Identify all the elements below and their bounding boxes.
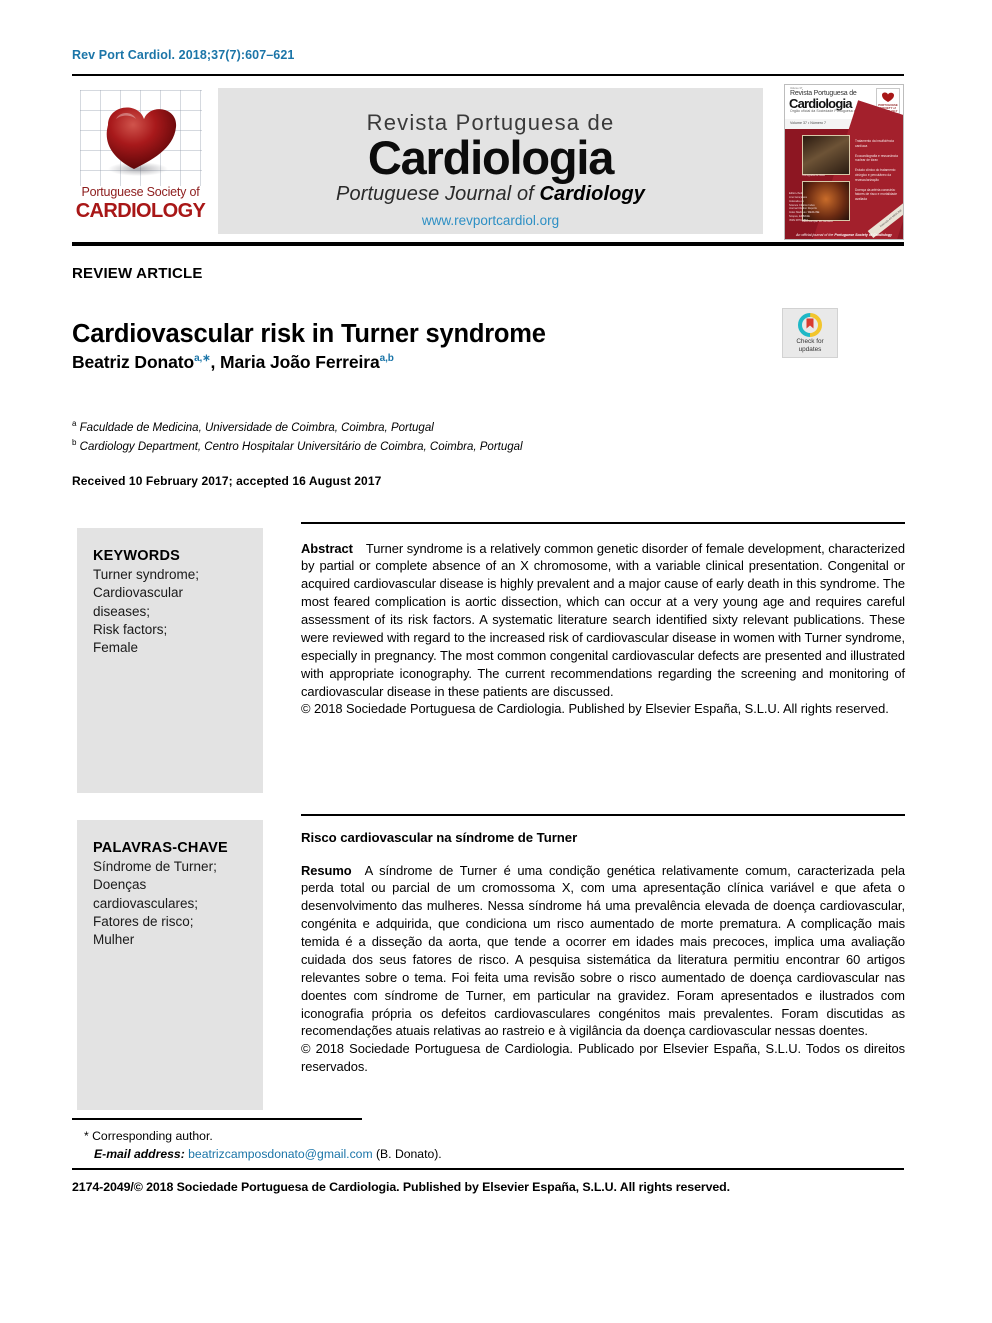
cover-artwork: Tomografia de tórax Reconstrução 3D card… <box>785 129 903 239</box>
keywords-heading: KEYWORDS <box>93 548 180 564</box>
crossmark-icon <box>798 313 822 337</box>
resumo-copyright: © 2018 Sociedade Portuguesa de Cardiolog… <box>301 1041 905 1075</box>
abstract-text-block: Abstract Turner syndrome is a relatively … <box>301 540 905 719</box>
society-name-line1: Portuguese Society of <box>81 185 200 199</box>
crossmark-line2: updates <box>798 346 822 353</box>
cover-toc-item: Ecocardiografia e ressonância nuclear de… <box>855 153 898 163</box>
affiliations: a Faculdade de Medicina, Universidade de… <box>72 418 523 456</box>
masthead-divider <box>72 242 904 246</box>
cover-note: ISSN 0870-2551 <box>789 219 809 223</box>
crossmark-line1: Check for <box>796 338 824 345</box>
issn-copyright-line: 2174-2049/© 2018 Sociedade Portuguesa de… <box>72 1180 730 1194</box>
abstract-divider-pt <box>301 814 905 816</box>
affiliation-item: a Faculdade de Medicina, Universidade de… <box>72 418 523 437</box>
email-note: E-mail address: beatrizcamposdonato@gmai… <box>84 1146 442 1164</box>
journal-title-block: Revista Portuguesa de Cardiologia Portug… <box>218 88 763 234</box>
journal-citation: Rev Port Cardiol. 2018;37(7):607–621 <box>72 48 295 62</box>
cover-caption-1: Tomografia de tórax <box>802 174 825 177</box>
cover-issue-left: Volume 37 • Número 7 <box>790 120 827 125</box>
keywords-box-english: KEYWORDS Turner syndrome; Cardiovascular… <box>77 528 263 793</box>
affiliation-mark: b <box>72 437 77 447</box>
crossmark-label: Check for updates <box>783 338 837 354</box>
email-link[interactable]: beatrizcamposdonato@gmail.com <box>188 1147 372 1161</box>
cover-footer-bold: Portuguese Society of Cardiology <box>834 233 893 237</box>
journal-name-en-prefix: Portuguese Journal of <box>336 182 540 205</box>
cover-toc-item: Estudo clínico do tratamento cirúrgico e… <box>855 168 896 182</box>
abstract-english: Abstract Turner syndrome is a relatively … <box>301 522 905 718</box>
cover-image-ct <box>802 135 850 175</box>
resumo-text: A síndrome de Turner é uma condição gené… <box>301 862 905 1039</box>
article-history: Received 10 February 2017; accepted 16 A… <box>72 474 382 488</box>
header-divider <box>72 74 904 76</box>
author-name: Beatriz Donato <box>72 352 195 372</box>
affiliation-text: Faculdade de Medicina, Universidade de C… <box>79 421 434 434</box>
email-suffix: (B. Donato). <box>375 1146 442 1161</box>
email-label: E-mail address: <box>94 1146 185 1161</box>
footer-divider <box>72 1168 904 1170</box>
author-list: Beatriz Donatoa,∗, Maria João Ferreiraa,… <box>72 352 394 372</box>
cover-contents-list: Tratamento da insuficiência cardíaca Eco… <box>855 139 899 207</box>
keywords-box-portuguese: PALAVRAS-CHAVE Síndrome de Turner; Doenç… <box>77 820 263 1110</box>
journal-cover-thumbnail: Volume 37 Revista Portuguesa de Cardiolo… <box>784 84 904 240</box>
cover-side-notes: Editor-chefe Lino Gonçalves Indexada em … <box>789 192 839 223</box>
journal-masthead: Portuguese Society of CARDIOLOGY Revista… <box>72 84 904 240</box>
cover-heart-icon <box>882 92 894 102</box>
abstract-divider-top <box>301 522 905 524</box>
resumo-text-block: Resumo A síndrome de Turner é uma condiçã… <box>301 862 905 1077</box>
affiliation-mark: a <box>72 419 77 428</box>
abstract-text: Turner syndrome is a relatively common g… <box>301 540 905 699</box>
affiliation-text: Cardiology Department, Centro Hospitalar… <box>79 440 523 453</box>
cover-footer-text: An official journal of the Portuguese So… <box>785 233 903 237</box>
page-title: Cardiovascular risk in Turner syndrome <box>72 320 546 349</box>
article-title-portuguese: Risco cardiovascular na síndrome de Turn… <box>301 829 578 845</box>
journal-website-link[interactable]: www.revportcardiol.org <box>218 213 763 228</box>
abstract-portuguese: Risco cardiovascular na síndrome de Turn… <box>301 814 905 1076</box>
resumo-label: Resumo <box>301 862 352 878</box>
author-name: Maria João Ferreira <box>220 352 380 372</box>
keywords-list: Turner syndrome; Cardiovascular diseases… <box>93 567 200 656</box>
corresponding-author-note: * Corresponding author. <box>84 1129 213 1143</box>
footnotes: * Corresponding author. E-mail address: … <box>84 1128 442 1164</box>
journal-name-pt-large: Cardiologia <box>367 131 615 184</box>
keywords-heading-pt: PALAVRAS-CHAVE <box>93 840 228 856</box>
journal-name-en-bold: Cardiology <box>539 182 645 205</box>
affiliation-item: b Cardiology Department, Centro Hospital… <box>72 437 523 456</box>
article-type-label: REVIEW ARTICLE <box>72 265 203 282</box>
journal-name-en: Portuguese Journal of Cardiology <box>218 183 763 206</box>
crossmark-badge[interactable]: Check for updates <box>782 308 838 358</box>
article-first-page: Rev Port Cardiol. 2018;37(7):607–621 Por… <box>0 0 992 1323</box>
society-name-line2: CARDIOLOGY <box>75 200 206 222</box>
heart-icon <box>88 95 184 179</box>
abstract-label: Abstract <box>301 540 353 556</box>
author-affiliation-marks: a,b <box>379 353 394 365</box>
author-affiliation-marks: a,∗ <box>194 353 211 365</box>
keywords-list-pt: Síndrome de Turner; Doenças cardiovascul… <box>93 859 217 948</box>
footnote-divider <box>72 1118 362 1120</box>
cover-toc-item: Tratamento da insuficiência cardíaca <box>855 139 894 148</box>
cover-footer-prefix: An official journal of the <box>795 233 835 237</box>
society-logo: Portuguese Society of CARDIOLOGY <box>72 84 209 238</box>
cover-toc-item: Doença da artéria coronária: fatores de … <box>855 187 897 202</box>
abstract-copyright: © 2018 Sociedade Portuguesa de Cardiolog… <box>301 701 889 717</box>
